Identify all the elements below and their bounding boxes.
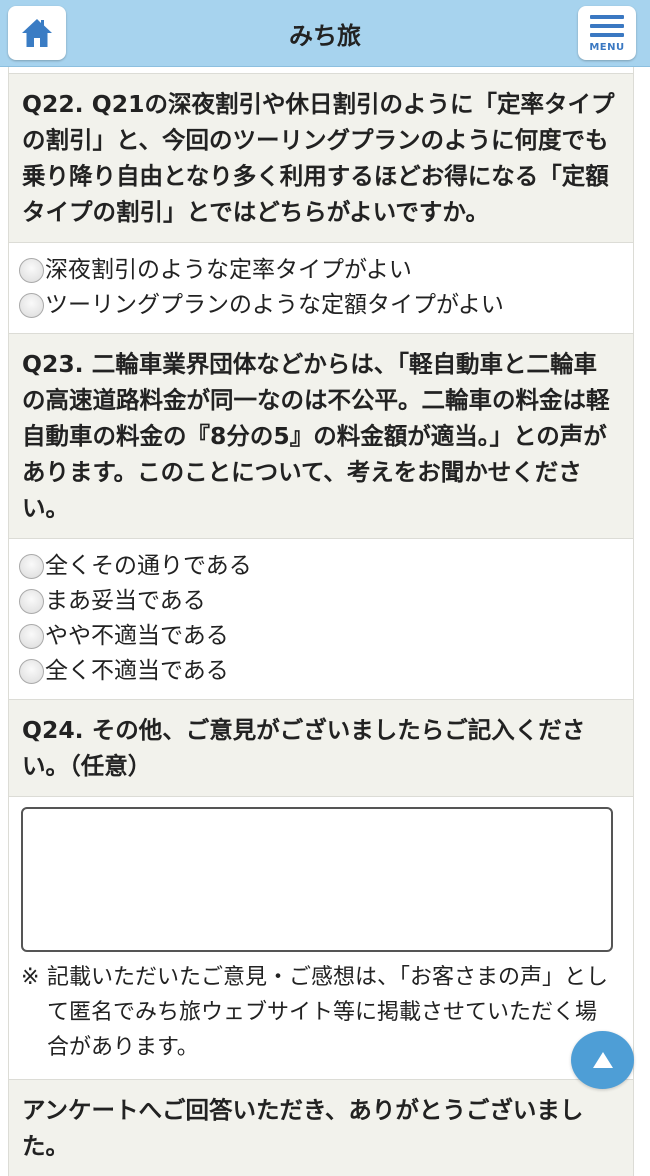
q23-option-1-label: 全くその通りである: [45, 553, 252, 579]
radio-button[interactable]: [19, 293, 44, 318]
q23-options: 全くその通りである まあ妥当である やや不適当である 全く不適当である: [9, 539, 633, 699]
q23-option-2-label: まあ妥当である: [45, 588, 206, 614]
note-text: 記載いただいたご意見・ご感想は、「お客さまの声」として匿名でみち旅ウェブサイト等…: [47, 965, 609, 1060]
page-title: みち旅: [289, 22, 361, 50]
survey-content: Q22. Q21の深夜割引や休日割引のように「定率タイプの割引」と、今回のツーリ…: [8, 67, 634, 1176]
radio-button[interactable]: [19, 659, 44, 684]
q22-question: Q22. Q21の深夜割引や休日割引のように「定率タイプの割引」と、今回のツーリ…: [9, 73, 633, 243]
q22-option-2-label: ツーリングプランのような定額タイプがよい: [45, 292, 504, 318]
q22-option-1-label: 深夜割引のような定率タイプがよい: [45, 257, 412, 283]
q23-option-3[interactable]: やや不適当である: [19, 619, 633, 654]
q23-option-4[interactable]: 全く不適当である: [19, 654, 633, 689]
radio-button[interactable]: [19, 258, 44, 283]
home-button[interactable]: [8, 6, 66, 60]
comment-textarea[interactable]: [21, 807, 613, 952]
home-icon: [22, 19, 52, 47]
note-mark: ※: [21, 965, 40, 990]
app-header: みち旅 MENU: [0, 0, 650, 67]
q23-option-3-label: やや不適当である: [45, 623, 229, 649]
menu-label: MENU: [589, 42, 625, 53]
radio-button[interactable]: [19, 554, 44, 579]
q22-option-2[interactable]: ツーリングプランのような定額タイプがよい: [19, 288, 633, 323]
up-triangle-icon: [592, 1052, 613, 1068]
q23-question: Q23. 二輪車業界団体などからは、「軽自動車と二輪車の高速道路料金が同一なのは…: [9, 333, 633, 539]
q24-question: Q24. その他、ご意見がございましたらご記入ください。（任意）: [9, 699, 633, 797]
back-to-top-button[interactable]: [571, 1031, 634, 1089]
thanks-message: アンケートへご回答いただき、ありがとうございました。: [9, 1079, 633, 1176]
q22-options: 深夜割引のような定率タイプがよい ツーリングプランのような定額タイプがよい: [9, 243, 633, 333]
q23-option-1[interactable]: 全くその通りである: [19, 549, 633, 584]
menu-button[interactable]: MENU: [578, 6, 636, 60]
q23-option-4-label: 全く不適当である: [45, 658, 229, 684]
q24-answer: [9, 797, 633, 952]
privacy-note: ※ 記載いただいたご意見・ご感想は、「お客さまの声」として匿名でみち旅ウェブサイ…: [9, 952, 633, 1079]
radio-button[interactable]: [19, 589, 44, 614]
q22-option-1[interactable]: 深夜割引のような定率タイプがよい: [19, 253, 633, 288]
radio-button[interactable]: [19, 624, 44, 649]
hamburger-menu-icon: [590, 15, 624, 37]
q23-option-2[interactable]: まあ妥当である: [19, 584, 633, 619]
